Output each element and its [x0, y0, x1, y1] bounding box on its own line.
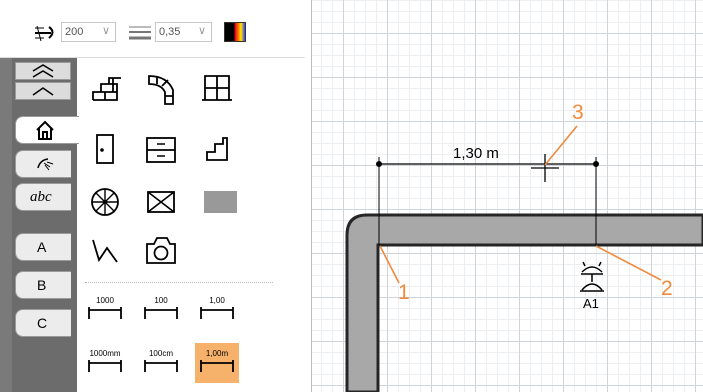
dimension-label: 1,00m [205, 349, 229, 358]
shower-icon [37, 158, 54, 171]
point-label-1: 1 [398, 281, 410, 304]
palette-divider [85, 282, 273, 283]
stairs-tool[interactable] [197, 130, 237, 170]
door-tool[interactable] [85, 130, 125, 170]
dimension-text: 1,30 m [453, 145, 499, 162]
crossed-box-icon [147, 191, 175, 213]
polyline-icon [92, 239, 118, 263]
door-icon [96, 134, 114, 164]
annotation-leaders [379, 125, 662, 284]
chevron-down-icon: ∨ [197, 25, 206, 37]
camera-icon [146, 237, 176, 264]
curved-wall-icon [148, 75, 174, 105]
tab-b-label: B [37, 277, 47, 293]
curved-wall-tool[interactable] [141, 70, 181, 110]
dimension-line-icon [144, 360, 178, 372]
cabinet-icon [146, 137, 176, 163]
point-label-2: 2 [661, 277, 673, 300]
dimension-tool-1000[interactable]: 1000 [83, 290, 127, 330]
box-tool[interactable] [141, 182, 181, 222]
symbol-label: A1 [583, 296, 599, 311]
properties-toolbar: 200 ∨ 0,35 ∨ [0, 0, 305, 58]
tool-panel: 200 ∨ 0,35 ∨ abc A B C 1000 100 1,00 100… [0, 0, 312, 392]
dimension-line-icon [88, 360, 122, 372]
tab-b[interactable]: B [15, 271, 71, 299]
tab-text[interactable]: abc [15, 183, 71, 211]
brick-wall-icon [92, 77, 121, 101]
fan-tool[interactable] [85, 182, 125, 222]
scroll-up-button[interactable] [15, 82, 71, 100]
line-weight-icon [32, 22, 60, 47]
line-weight-select[interactable]: 200 ∨ [61, 22, 116, 42]
window-icon [202, 75, 232, 101]
category-sidebar: abc A B C [0, 58, 79, 392]
dimension-label: 1,00 [209, 296, 225, 305]
polyline-tool[interactable] [85, 230, 125, 270]
socket-icon[interactable] [580, 261, 604, 292]
camera-tool[interactable] [141, 230, 181, 270]
line-width-value: 0,35 [159, 26, 181, 38]
tool-palette: 1000 100 1,00 1000mm 100cm 1,00m [79, 58, 305, 392]
dimension-line-icon [200, 307, 234, 319]
tab-a-label: A [37, 239, 47, 255]
dimension-label: 1000 [96, 296, 114, 305]
tab-a[interactable]: A [15, 233, 71, 261]
line-width-select[interactable]: 0,35 ∨ [155, 22, 212, 42]
tab-c[interactable]: C [15, 309, 71, 337]
dimension-tool-100[interactable]: 100 [139, 290, 183, 330]
dimension-tool-1-00m[interactable]: 1,00m [195, 343, 239, 383]
fill-tool[interactable] [197, 182, 240, 222]
cabinet-tool[interactable] [141, 130, 181, 170]
double-chevron-up-icon [32, 64, 54, 78]
gray-fill-icon [204, 191, 240, 213]
dimension-line-icon [88, 307, 122, 319]
tab-c-label: C [37, 315, 48, 331]
dimension-tool-1000mm[interactable]: 1000mm [83, 343, 127, 383]
crosshair-cursor-icon [531, 154, 559, 182]
dimension-label: 100 [154, 296, 168, 305]
house-icon [36, 120, 54, 140]
dimension-tool-100cm[interactable]: 100cm [139, 343, 183, 383]
tab-symbols[interactable] [15, 150, 71, 178]
line-width-icon [126, 22, 154, 47]
color-picker-icon[interactable] [224, 22, 246, 42]
dimension-label: 100cm [148, 349, 173, 358]
scroll-up-fast-button[interactable] [15, 62, 71, 80]
dimension-tool-1-00[interactable]: 1,00 [195, 290, 239, 330]
chevron-up-icon [32, 87, 54, 96]
point-label-3: 3 [572, 101, 584, 124]
wall-tool[interactable] [85, 70, 125, 110]
fan-icon [91, 188, 119, 216]
window-tool[interactable] [197, 70, 237, 110]
text-abc-icon: abc [30, 188, 52, 205]
chevron-down-icon: ∨ [101, 25, 110, 37]
stairs-icon [206, 137, 228, 161]
dimension-line-icon [144, 307, 178, 319]
line-weight-value: 200 [65, 26, 84, 38]
dimension-line-icon [200, 360, 234, 372]
dimension-label: 1000mm [89, 349, 121, 358]
tab-home[interactable] [15, 116, 79, 144]
